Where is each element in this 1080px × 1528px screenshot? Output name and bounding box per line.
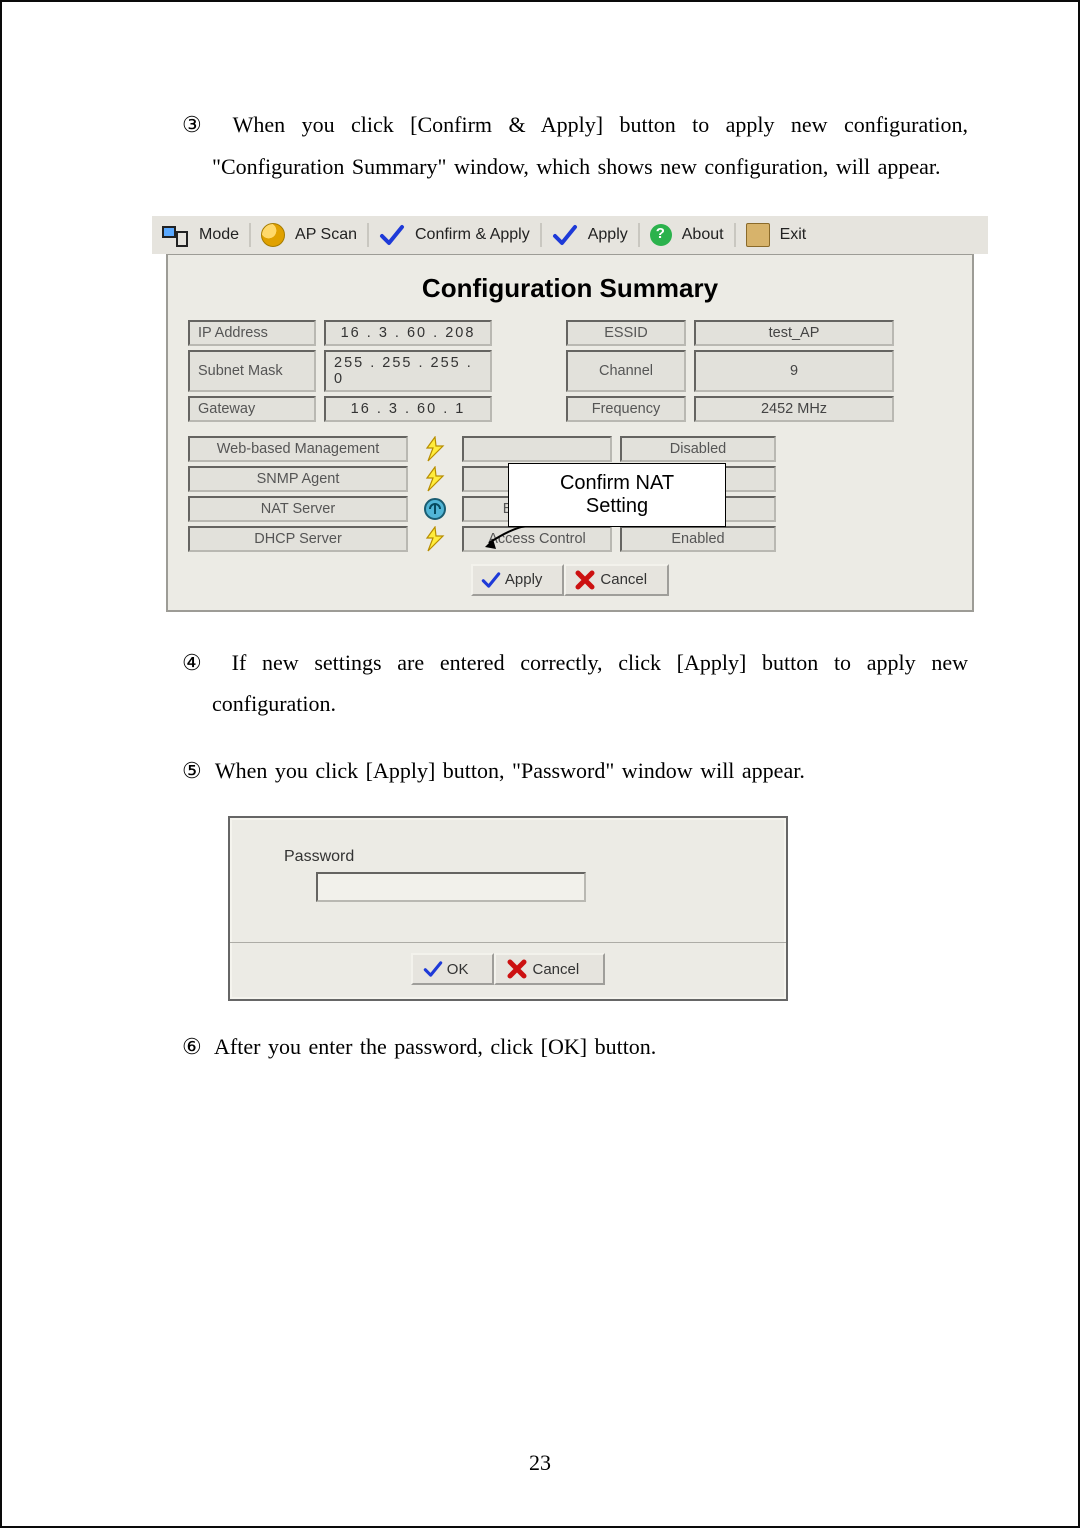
toolbar-apply[interactable]: Apply: [588, 226, 628, 244]
toolbar-sep: [734, 223, 736, 247]
toolbar-about-label: About: [682, 226, 724, 244]
cell-label: Channel: [566, 350, 686, 392]
cell-label: Frequency: [566, 396, 686, 422]
password-dialog: Password OK Cancel: [228, 816, 788, 1001]
toolbar-exit-label: Exit: [780, 226, 807, 244]
x-icon: [574, 569, 596, 591]
info-icon: [650, 224, 672, 246]
summary-apply-label: Apply: [505, 571, 543, 588]
toolbar-sep: [638, 223, 640, 247]
circled-3: ③: [182, 112, 211, 137]
cell-label: DHCP Server: [188, 526, 408, 552]
question-icon: [422, 526, 448, 552]
password-buttons: OK Cancel: [230, 942, 786, 999]
cell-value: 255 . 255 . 255 . 0: [324, 350, 492, 392]
circled-4: ④: [182, 650, 210, 675]
step-5-text: When you click [Apply] button, "Password…: [215, 758, 805, 783]
toolbar-confirm-apply-label: Confirm & Apply: [415, 226, 530, 244]
step-6: ⑥ After you enter the password, click [O…: [182, 1029, 968, 1064]
summary-row: Web-based Management Disabled: [188, 436, 952, 462]
toolbar-sep: [249, 223, 251, 247]
cell-label: NAT Server: [188, 496, 408, 522]
summary-row: IP Address 16 . 3 . 60 . 208 ESSID test_…: [188, 320, 952, 346]
cell-value: 9: [694, 350, 894, 392]
x-icon: [506, 958, 528, 980]
cell-label: IP Address: [188, 320, 316, 346]
toolbar-apscan-label: AP Scan: [295, 226, 357, 244]
toolbar-exit[interactable]: Exit: [780, 226, 807, 244]
cell-label: SNMP Agent: [188, 466, 408, 492]
circled-6: ⑥: [182, 1034, 202, 1059]
cell-value: Enabled: [620, 526, 776, 552]
question-icon: [422, 466, 448, 492]
callout-arrow: [483, 523, 533, 553]
summary-block-1: IP Address 16 . 3 . 60 . 208 ESSID test_…: [188, 320, 952, 422]
password-ok-button[interactable]: OK: [411, 953, 495, 985]
check-icon: [481, 570, 501, 590]
nat-icon: [422, 496, 448, 522]
step-4-text: If new settings are entered correctly, c…: [212, 650, 968, 717]
circled-5: ⑤: [182, 758, 202, 783]
globe-icon: [261, 223, 285, 247]
exit-icon: [746, 223, 770, 247]
cell-value: test_AP: [694, 320, 894, 346]
cell-label: ESSID: [566, 320, 686, 346]
summary-buttons: Apply Cancel: [188, 564, 952, 596]
password-input[interactable]: [316, 872, 586, 902]
toolbar-confirm-apply[interactable]: Confirm & Apply: [415, 226, 530, 244]
toolbar-mode[interactable]: Mode: [199, 226, 239, 244]
toolbar-sep: [540, 223, 542, 247]
check-icon: [552, 222, 578, 248]
check-icon: [423, 959, 443, 979]
check-icon: [379, 222, 405, 248]
cell-label: Subnet Mask: [188, 350, 316, 392]
password-ok-label: OK: [447, 961, 469, 978]
cell-value: Disabled: [620, 436, 776, 462]
callout-box: Confirm NAT Setting: [508, 463, 726, 527]
page-number: 23: [2, 1450, 1078, 1476]
step-6-text: After you enter the password, click [OK]…: [214, 1034, 656, 1059]
cell-label: [462, 436, 612, 462]
summary-row: Gateway 16 . 3 . 60 . 1 Frequency 2452 M…: [188, 396, 952, 422]
config-summary-screenshot: Mode AP Scan Confirm & Apply: [152, 216, 988, 612]
step-3-text: When you click [Confirm & Apply] button …: [212, 112, 968, 179]
step-4: ④ If new settings are entered correctly,…: [182, 642, 968, 726]
step-3: ③ When you click [Confirm & Apply] butto…: [182, 104, 968, 188]
toolbar-about[interactable]: About: [682, 226, 724, 244]
config-summary-title: Configuration Summary: [188, 273, 952, 304]
cell-value: 16 . 3 . 60 . 1: [324, 396, 492, 422]
password-cancel-label: Cancel: [532, 961, 579, 978]
cell-label: Web-based Management: [188, 436, 408, 462]
summary-cancel-label: Cancel: [600, 571, 647, 588]
cell-value: 16 . 3 . 60 . 208: [324, 320, 492, 346]
app-toolbar: Mode AP Scan Confirm & Apply: [152, 216, 988, 254]
summary-cancel-button[interactable]: Cancel: [564, 564, 669, 596]
toolbar-apply-label: Apply: [588, 226, 628, 244]
password-label: Password: [284, 848, 756, 866]
step-5: ⑤ When you click [Apply] button, "Passwo…: [182, 753, 968, 788]
password-dialog-screenshot: Password OK Cancel: [228, 816, 788, 1001]
question-icon: [422, 436, 448, 462]
config-summary-panel: Configuration Summary IP Address 16 . 3 …: [166, 254, 974, 612]
summary-apply-button[interactable]: Apply: [471, 564, 565, 596]
summary-row: Subnet Mask 255 . 255 . 255 . 0 Channel …: [188, 350, 952, 392]
toolbar-mode-label: Mode: [199, 226, 239, 244]
password-cancel-button[interactable]: Cancel: [494, 953, 605, 985]
summary-row: DHCP Server Access Control Enabled: [188, 526, 952, 552]
callout-line1: Confirm NAT: [517, 472, 717, 495]
app-logo-icon: [161, 222, 189, 248]
cell-value: 2452 MHz: [694, 396, 894, 422]
toolbar-sep: [367, 223, 369, 247]
callout-line2: Setting: [517, 495, 717, 518]
toolbar-apscan[interactable]: AP Scan: [295, 226, 357, 244]
cell-label: Gateway: [188, 396, 316, 422]
